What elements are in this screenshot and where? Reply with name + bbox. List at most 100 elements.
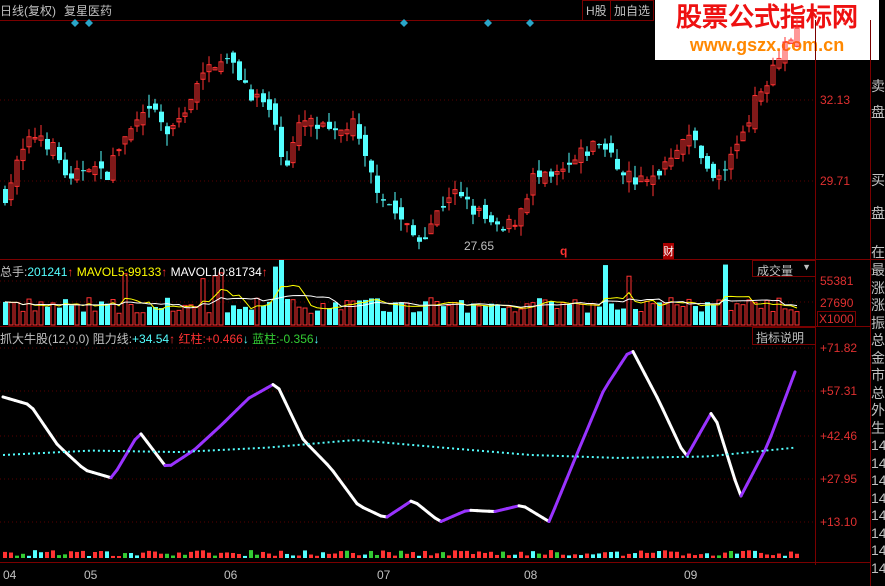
indicator-bar [81,550,85,558]
indicator-bar [381,550,385,558]
candle [441,206,446,208]
side-label: 外 [871,402,885,418]
chart-canvas[interactable] [0,0,815,586]
indicator-bar [357,555,361,558]
candle [597,144,602,146]
indicator-tick: +13.10 [820,515,858,529]
indicator-bar [729,550,733,558]
indicator-bar [111,555,115,558]
indicator-bar [183,554,187,558]
volume-bar [495,304,500,325]
candle [459,191,464,197]
indicator-line-segment [685,443,695,458]
volume-bar [237,309,242,325]
indicator-line-segment [337,477,347,489]
indicator-line-segment [613,362,623,375]
candle [615,158,620,170]
volume-bar [165,297,170,325]
indicator-line-segment [769,418,779,438]
indicator-bar [561,554,565,558]
indicator-bar [777,553,781,558]
indicator-bar [315,555,319,558]
volume-bar [638,311,644,326]
indicator-bar [705,553,709,558]
candle [3,189,8,204]
indicator-bar [153,551,157,558]
volume-bar [446,305,452,326]
candle [537,170,542,178]
volume-bar [644,300,650,326]
indicator-bar [129,553,133,558]
indicator-bar [711,555,715,558]
side-label: 14 [871,542,885,558]
indicator-tick: +27.95 [820,472,858,486]
indicator-bar [141,552,145,558]
indicator-line-segment [565,462,575,480]
volume-bar [387,311,392,325]
indicator-line-segment [607,371,617,384]
volume-bar [290,299,296,326]
candle [231,52,236,63]
candle [387,204,392,206]
indicator-bar [3,551,7,558]
volume-bar [69,305,74,325]
indicator-bar [753,550,757,558]
indicator-help-button[interactable]: 指标说明 [752,327,816,345]
volume-bar [26,298,32,326]
volume-bar [621,308,626,325]
candle [153,103,158,110]
candle [249,89,254,101]
volume-bar [501,308,506,325]
candle [81,170,86,172]
indicator-line-segment [343,485,353,498]
indicator-bar [423,550,427,558]
volume-bar [57,307,62,325]
indicator-bar [741,550,745,558]
volume-bar [441,306,446,325]
volume-bar [261,305,266,325]
volume-bar [333,302,338,325]
volume-bar [194,306,200,326]
volume-bar [788,309,794,326]
indicator-bar [795,553,799,558]
indicator-bar [99,551,103,558]
mavol10-label: MAVOL10: [170,265,229,279]
indicator-bar [201,550,205,558]
indicator-bar [459,551,463,558]
indicator-bar [57,555,61,558]
volume-bar [560,302,566,326]
indicator-bar [537,553,541,558]
indicator-bar [375,554,379,558]
indicator-line-segment [115,458,125,472]
indicator-name[interactable]: 抓大牛股(12,0,0) [0,332,89,346]
event-marker-report[interactable]: 财 [663,243,674,259]
indicator-selector[interactable]: 成交量 ▼ [752,260,816,278]
volume-bar [140,312,146,326]
indicator-bar [585,553,589,558]
volume-bar [338,309,344,326]
candle [333,128,338,131]
side-label: 总 [871,384,885,401]
indicator-bar [789,551,793,558]
side-label: 14 [871,507,885,523]
volume-bar [567,304,572,325]
volume-bar [159,308,164,325]
volume-bar [285,299,290,325]
volume-bar [585,312,590,325]
indicator-bar [627,553,631,558]
side-label: 14 [871,559,885,576]
volume-bar [320,303,326,326]
event-marker[interactable]: q [560,244,567,258]
volume-bar [476,305,482,326]
mavol5-value: 99133 [127,265,162,279]
indicator-bar [441,552,445,558]
indicator-bar [633,553,637,558]
volume-bar [512,311,518,326]
indicator-bar [669,551,673,558]
volume-bar [746,299,752,326]
blue-bar-value: -0.356 [279,332,314,346]
total-value: 201241 [27,265,68,279]
arrow-up-icon: ↑ [67,265,74,279]
indicator-bar [273,555,277,558]
side-label: 14 [871,489,885,506]
